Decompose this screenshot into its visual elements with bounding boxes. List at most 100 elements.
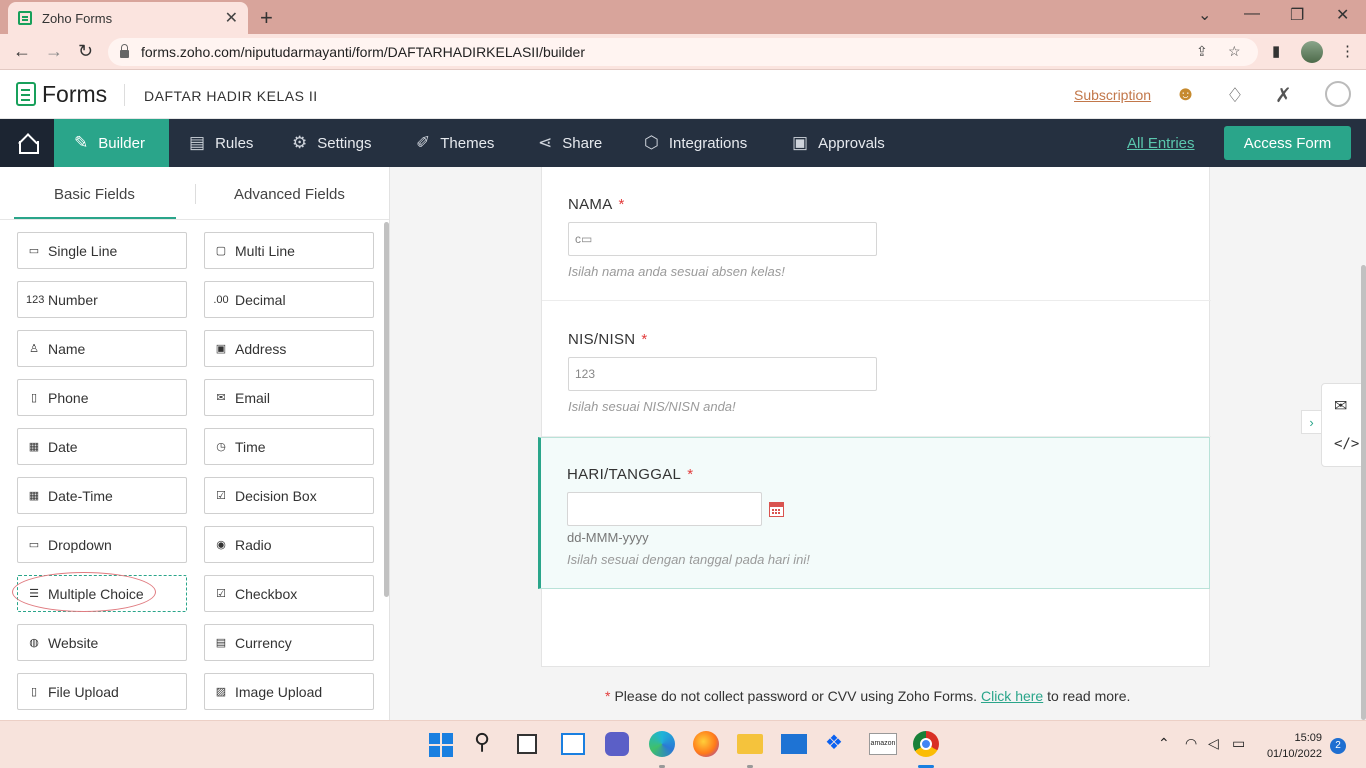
field-single-line[interactable]: ▭ Single Line — [17, 232, 187, 269]
currency-icon: ▤ — [215, 637, 227, 649]
field-date-time[interactable]: ▦ Date-Time — [17, 477, 187, 514]
tab-separator — [195, 184, 196, 204]
tab-share[interactable]: ⋖ Share — [538, 119, 602, 167]
forward-icon[interactable]: → — [45, 41, 63, 62]
search-icon[interactable]: ⚲ — [474, 729, 500, 755]
field-checkbox[interactable]: ☑ Checkbox — [204, 575, 374, 612]
field-website[interactable]: ◍ Website — [17, 624, 187, 661]
nis-input[interactable]: 123 — [568, 357, 877, 391]
app-brand: Forms — [42, 81, 108, 107]
battery-icon[interactable]: ▭ — [1232, 735, 1245, 752]
tab-themes[interactable]: ✐ Themes — [416, 119, 494, 167]
close-tab-icon[interactable]: ✕ — [225, 8, 238, 28]
clock-icon: ◷ — [216, 441, 226, 453]
bookmark-star-icon[interactable]: ☆ — [1228, 43, 1241, 60]
browser-profile-avatar[interactable] — [1301, 41, 1323, 63]
nama-input[interactable]: c▭ — [568, 222, 877, 256]
amazon-icon[interactable]: amazon — [869, 733, 897, 755]
field-label: Phone — [48, 389, 89, 406]
edge-icon[interactable] — [649, 731, 675, 757]
all-entries-link[interactable]: All Entries — [1127, 135, 1195, 152]
brush-icon: ✐ — [416, 133, 431, 152]
wifi-icon[interactable]: ◠ — [1185, 735, 1197, 752]
form-field-nama[interactable]: NAMA * c▭ Isilah nama anda sesuai absen k… — [542, 167, 1211, 301]
widgets-icon[interactable] — [561, 733, 585, 755]
teams-icon[interactable] — [605, 732, 629, 756]
field-multiple-choice[interactable]: ☰ Multiple Choice — [17, 575, 187, 612]
field-decimal[interactable]: .00 Decimal — [204, 281, 374, 318]
required-asterisk: * — [687, 466, 694, 483]
new-tab-icon[interactable]: + — [260, 5, 273, 31]
browser-tab[interactable]: Zoho Forms ✕ — [8, 2, 248, 34]
mail-icon[interactable] — [781, 734, 807, 754]
tab-builder[interactable]: ✎ Builder — [54, 119, 169, 167]
field-address[interactable]: ▣ Address — [204, 330, 374, 367]
field-label: HARI/TANGGAL * — [567, 466, 694, 483]
system-clock[interactable]: 15:09 01/10/2022 — [1262, 730, 1322, 762]
field-decision-box[interactable]: ☑ Decision Box — [204, 477, 374, 514]
radio-icon: ◉ — [216, 539, 226, 551]
minimize-icon[interactable]: — — [1244, 5, 1260, 23]
user-avatar[interactable] — [1325, 81, 1351, 107]
field-phone[interactable]: ▯ Phone — [17, 379, 187, 416]
expand-panel-chevron-icon[interactable]: › — [1301, 410, 1321, 434]
windows-start-icon[interactable] — [429, 733, 453, 757]
form-field-nis[interactable]: NIS/NISN * 123 Isilah sesuai NIS/NISN and… — [542, 302, 1211, 437]
field-file-upload[interactable]: ▯ File Upload — [17, 673, 187, 710]
tab-approvals[interactable]: ▣ Approvals — [792, 119, 885, 167]
field-hint: Isilah nama anda sesuai absen kelas! — [568, 264, 785, 279]
tab-settings[interactable]: ⚙ Settings — [292, 119, 371, 167]
chrome-icon[interactable] — [913, 731, 939, 757]
tools-icon[interactable]: ✗ — [1275, 83, 1292, 108]
field-email[interactable]: ✉ Email — [204, 379, 374, 416]
form-field-hari-tanggal[interactable]: HARI/TANGGAL * dd-MMM-yyyy Isilah sesuai … — [538, 437, 1210, 589]
notification-badge[interactable]: 2 — [1330, 738, 1346, 754]
team-icon[interactable]: ☻ — [1175, 83, 1196, 106]
show-hidden-icons-chevron-icon[interactable]: ⌃ — [1158, 735, 1170, 752]
field-image-upload[interactable]: ▨ Image Upload — [204, 673, 374, 710]
back-icon[interactable]: ← — [13, 41, 31, 62]
field-multi-line[interactable]: ▢ Multi Line — [204, 232, 374, 269]
volume-icon[interactable]: ◁ — [1208, 735, 1219, 752]
field-radio[interactable]: ◉ Radio — [204, 526, 374, 563]
tab-integrations-label: Integrations — [668, 134, 748, 152]
field-dropdown[interactable]: ▭ Dropdown — [17, 526, 187, 563]
firefox-icon[interactable] — [693, 731, 719, 757]
field-date[interactable]: ▦ Date — [17, 428, 187, 465]
tab-advanced-fields[interactable]: Advanced Fields — [234, 186, 345, 203]
address-bar[interactable]: forms.zoho.com/niputudarmayanti/form/DAF… — [108, 38, 1258, 66]
tab-rules[interactable]: ▤ Rules — [189, 119, 253, 167]
subscription-link[interactable]: Subscription — [1074, 87, 1151, 103]
field-time[interactable]: ◷ Time — [204, 428, 374, 465]
field-name[interactable]: ♙ Name — [17, 330, 187, 367]
tab-integrations[interactable]: ⬡ Integrations — [644, 119, 747, 167]
dropbox-icon[interactable]: ❖ — [825, 730, 851, 756]
tab-basic-fields[interactable]: Basic Fields — [54, 186, 135, 203]
click-here-link[interactable]: Click here — [981, 688, 1043, 704]
notice-asterisk: * — [605, 688, 611, 704]
fields-panel-scrollbar[interactable] — [384, 222, 389, 597]
tab-search-chevron-icon[interactable]: ⌄ — [1198, 5, 1211, 25]
task-view-icon[interactable] — [517, 734, 537, 754]
field-number[interactable]: 123 Number — [17, 281, 187, 318]
close-window-icon[interactable]: ✕ — [1336, 5, 1349, 25]
code-icon[interactable]: </> — [1334, 436, 1359, 452]
envelope-icon[interactable]: ✉ — [1334, 396, 1347, 416]
file-explorer-icon[interactable] — [737, 734, 763, 754]
date-input[interactable] — [567, 492, 762, 526]
access-form-button[interactable]: Access Form — [1224, 126, 1351, 160]
restore-icon[interactable]: ❐ — [1290, 5, 1304, 25]
reload-icon[interactable]: ↻ — [78, 41, 93, 62]
field-label: Time — [235, 438, 266, 455]
share-page-icon[interactable]: ⇪ — [1196, 43, 1208, 60]
canvas-scrollbar[interactable] — [1361, 265, 1366, 720]
share-icon: ⋖ — [538, 133, 553, 152]
home-button[interactable] — [0, 119, 54, 167]
field-label: Currency — [235, 634, 292, 651]
field-label: NIS/NISN * — [568, 331, 648, 348]
calendar-icon[interactable] — [769, 502, 784, 517]
bell-icon[interactable]: ♢ — [1226, 83, 1244, 108]
side-panel-icon[interactable]: ▮ — [1272, 42, 1280, 60]
browser-menu-icon[interactable]: ⋮ — [1340, 42, 1355, 60]
field-currency[interactable]: ▤ Currency — [204, 624, 374, 661]
